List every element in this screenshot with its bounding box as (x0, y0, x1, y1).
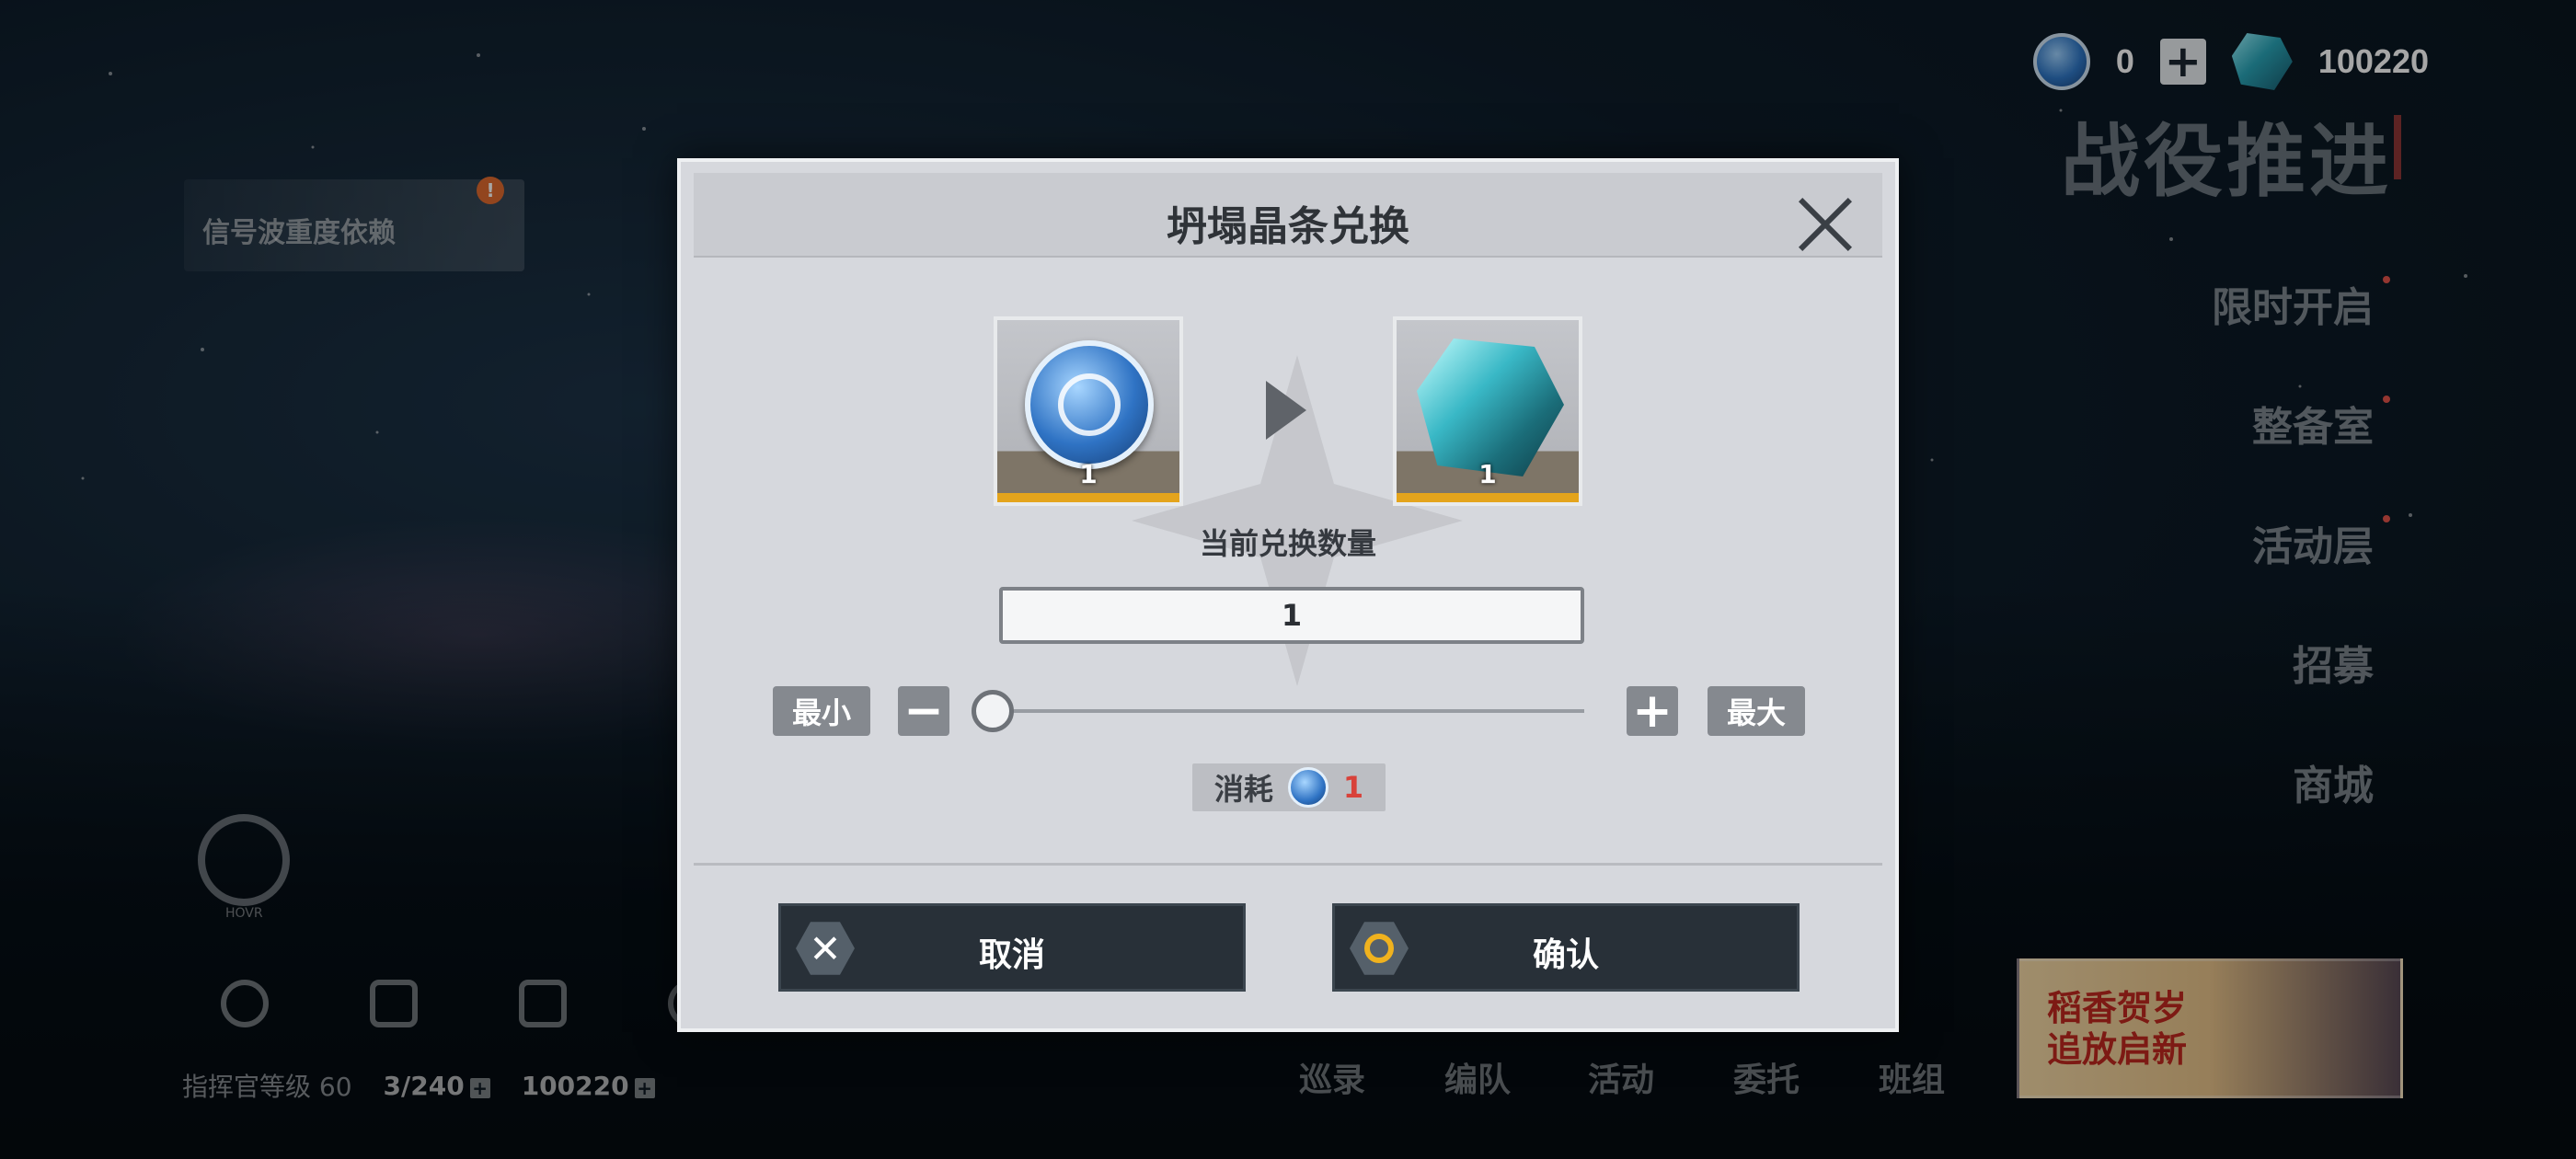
source-item-count: 1 (1079, 459, 1098, 489)
coin-icon (1025, 340, 1154, 469)
source-item-slot[interactable]: 1 (994, 316, 1183, 506)
cancel-button[interactable]: ✕ 取消 (778, 903, 1246, 992)
close-button[interactable] (1794, 193, 1857, 256)
dialog-divider (694, 863, 1882, 866)
coin-icon (1287, 767, 1328, 808)
cancel-label: 取消 (978, 936, 1045, 974)
target-item-slot[interactable]: 1 (1393, 316, 1582, 506)
dialog-header: 坍塌晶条兑换 (694, 173, 1882, 258)
target-item-count: 1 (1478, 459, 1497, 489)
rarity-stripe (1397, 493, 1579, 502)
max-button[interactable]: 最大 (1708, 686, 1805, 736)
quantity-label: 当前兑换数量 (1199, 526, 1376, 561)
confirm-label: 确认 (1532, 936, 1599, 974)
decrease-button[interactable]: − (898, 686, 949, 736)
cost-display: 消耗 1 (1192, 763, 1386, 811)
rarity-stripe (997, 493, 1179, 502)
dialog-title: 坍塌晶条兑换 (1167, 203, 1409, 250)
arrow-right-icon (1266, 381, 1306, 440)
quantity-input[interactable]: 1 (999, 587, 1584, 644)
quantity-slider-track[interactable] (990, 709, 1584, 713)
min-button[interactable]: 最小 (773, 686, 870, 736)
quantity-slider-thumb[interactable] (972, 690, 1014, 732)
increase-button[interactable]: + (1627, 686, 1678, 736)
confirm-button[interactable]: 确认 (1332, 903, 1800, 992)
cost-label: 消耗 (1213, 772, 1273, 807)
exchange-dialog: 坍塌晶条兑换 1 1 当前兑换数量 1 最小 − + 最大 消耗 1 ✕ 取消 … (677, 158, 1899, 1032)
cost-value: 1 (1342, 770, 1364, 805)
